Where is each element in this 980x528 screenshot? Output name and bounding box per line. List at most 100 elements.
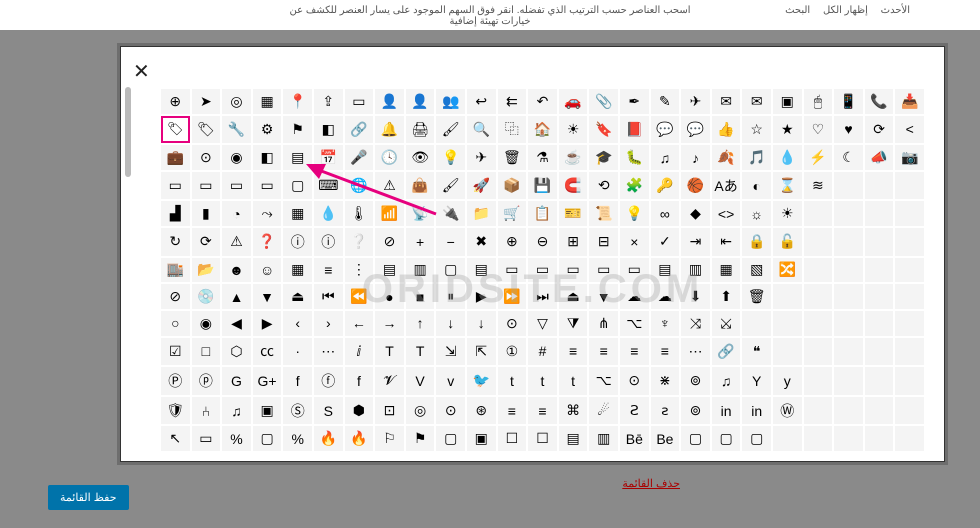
save-icon[interactable]: 💾 <box>528 172 557 200</box>
add-circle-icon[interactable]: ⊕ <box>498 228 527 256</box>
hourglass-icon[interactable]: ⌛ <box>773 172 802 200</box>
car-icon[interactable]: 🚗 <box>559 89 588 114</box>
sun-icon[interactable]: ☀ <box>559 116 588 144</box>
size-icon[interactable]: ⇲ <box>436 338 465 366</box>
blank26-icon[interactable] <box>895 311 924 336</box>
upload-icon[interactable]: ⬆ <box>712 284 741 309</box>
info-icon[interactable]: ⓘ <box>314 228 343 256</box>
tab-search[interactable]: البحث <box>785 5 810 16</box>
rewind-icon[interactable]: ⏪ <box>345 284 374 309</box>
pie-chart-icon[interactable]: ◔ <box>222 201 251 226</box>
dribbble-icon[interactable]: ⊚ <box>681 397 710 425</box>
circle-down-icon[interactable]: ⊙ <box>498 311 527 336</box>
keyboard-icon[interactable]: ⌨ <box>314 172 343 200</box>
blank13-icon[interactable] <box>834 258 863 283</box>
spotify-circle-icon[interactable]: ⊚ <box>681 367 710 395</box>
wifi-icon[interactable]: 📶 <box>375 201 404 226</box>
sync-icon[interactable]: ⟳ <box>192 228 221 256</box>
lightbulb-icon[interactable]: 💡 <box>620 201 649 226</box>
location-arrow-icon[interactable]: ➤ <box>192 89 221 114</box>
tags-icon[interactable]: 🏷 <box>192 116 221 144</box>
linkedin-circle-icon[interactable]: in <box>712 397 741 425</box>
moon-icon[interactable]: ☾ <box>834 145 863 170</box>
blank36-icon[interactable] <box>804 397 833 425</box>
reply-all-icon[interactable]: ⇇ <box>498 89 527 114</box>
thumbs-up-icon[interactable]: 👍 <box>712 116 741 144</box>
phone-icon[interactable]: 📞 <box>865 89 894 114</box>
tile4-icon[interactable]: ▭ <box>620 258 649 283</box>
blank11-icon[interactable] <box>895 228 924 256</box>
notes-icon[interactable]: 🎵 <box>742 145 771 170</box>
blank2-icon[interactable] <box>865 172 894 200</box>
twitter-icon[interactable]: 🐦 <box>467 367 496 395</box>
blank32-icon[interactable] <box>804 367 833 395</box>
download-icon[interactable]: ⬇ <box>681 284 710 309</box>
blank40-icon[interactable] <box>773 426 802 451</box>
scrollbar[interactable] <box>125 87 131 177</box>
blank38-icon[interactable] <box>865 397 894 425</box>
reply-icon[interactable]: ↩ <box>467 89 496 114</box>
arrow-up-icon[interactable]: ↑ <box>406 311 435 336</box>
shuffle-icon[interactable]: 🔀 <box>773 258 802 283</box>
percent-icon[interactable]: % <box>222 426 251 451</box>
plus-square-icon[interactable]: ⊞ <box>559 228 588 256</box>
chat-icon[interactable]: 💬 <box>651 116 680 144</box>
quote-icon[interactable]: ❝ <box>742 338 771 366</box>
hash-icon[interactable]: # <box>528 338 557 366</box>
layout3-icon[interactable]: ▥ <box>681 258 710 283</box>
magnet-icon[interactable]: 🧲 <box>559 172 588 200</box>
trash2-icon[interactable]: 🗑 <box>742 284 771 309</box>
plus-icon[interactable]: + <box>406 228 435 256</box>
facebook-square-icon[interactable]: f <box>345 367 374 395</box>
paperclip-icon[interactable]: 📎 <box>589 89 618 114</box>
leaf-icon[interactable]: 🍂 <box>712 145 741 170</box>
layout5-icon[interactable]: ▧ <box>742 258 771 283</box>
split2-icon[interactable]: ⑃ <box>192 397 221 425</box>
blank4-icon[interactable] <box>804 201 833 226</box>
camera-icon[interactable]: 📷 <box>895 145 924 170</box>
diamond-icon[interactable]: ◆ <box>681 201 710 226</box>
caret-down-icon[interactable]: ▼ <box>253 284 282 309</box>
text-icon[interactable]: T <box>375 338 404 366</box>
filter-icon[interactable]: ⧩ <box>559 311 588 336</box>
user-icon[interactable]: 👤 <box>406 89 435 114</box>
water-icon[interactable]: ≋ <box>804 172 833 200</box>
disc-icon[interactable]: ⊙ <box>192 145 221 170</box>
caret-right-icon[interactable]: ▶ <box>253 311 282 336</box>
calendar-icon[interactable]: 📅 <box>314 145 343 170</box>
plug-icon[interactable]: 🔌 <box>436 201 465 226</box>
search-icon[interactable]: 🔍 <box>467 116 496 144</box>
skype-alt-icon[interactable]: S <box>314 397 343 425</box>
split-icon[interactable]: ⤨ <box>681 311 710 336</box>
droplets-icon[interactable]: 💧 <box>314 201 343 226</box>
grid2-icon[interactable]: ▦ <box>283 258 312 283</box>
brush-icon[interactable]: 🖌 <box>436 116 465 144</box>
tumblr-icon[interactable]: t <box>528 367 557 395</box>
dot-icon[interactable]: · <box>283 338 312 366</box>
blank24-icon[interactable] <box>834 311 863 336</box>
yelp-icon[interactable]: Y <box>742 367 771 395</box>
panel2-icon[interactable]: ▥ <box>589 426 618 451</box>
facebook-icon[interactable]: f <box>283 367 312 395</box>
down-solid-icon[interactable]: ▼ <box>589 284 618 309</box>
tumblr-alt-icon[interactable]: t <box>559 367 588 395</box>
align-right-icon[interactable]: ≡ <box>589 338 618 366</box>
blank33-icon[interactable] <box>834 367 863 395</box>
paper-plane-icon[interactable]: ✈ <box>681 89 710 114</box>
home-icon[interactable]: 🏠 <box>528 116 557 144</box>
blank9-icon[interactable] <box>834 228 863 256</box>
battery-mid-icon[interactable]: ▭ <box>222 172 251 200</box>
facebook-circle-icon[interactable]: ⓕ <box>314 367 343 395</box>
bullets-icon[interactable]: ⋮ <box>345 258 374 283</box>
minus-square-icon[interactable]: ⊟ <box>589 228 618 256</box>
link-icon[interactable]: 🔗 <box>345 116 374 144</box>
blank37-icon[interactable] <box>834 397 863 425</box>
crosshair-icon[interactable]: ⊕ <box>161 89 190 114</box>
folder-open-icon[interactable]: 📂 <box>192 258 221 283</box>
envelope-icon[interactable]: ▣ <box>773 89 802 114</box>
shield2-icon[interactable]: 🛡 <box>161 397 190 425</box>
blank30-icon[interactable] <box>865 338 894 366</box>
long-down-icon[interactable]: ↓ <box>467 311 496 336</box>
cloud-icon[interactable]: ☁ <box>620 284 649 309</box>
yelp-alt-icon[interactable]: y <box>773 367 802 395</box>
